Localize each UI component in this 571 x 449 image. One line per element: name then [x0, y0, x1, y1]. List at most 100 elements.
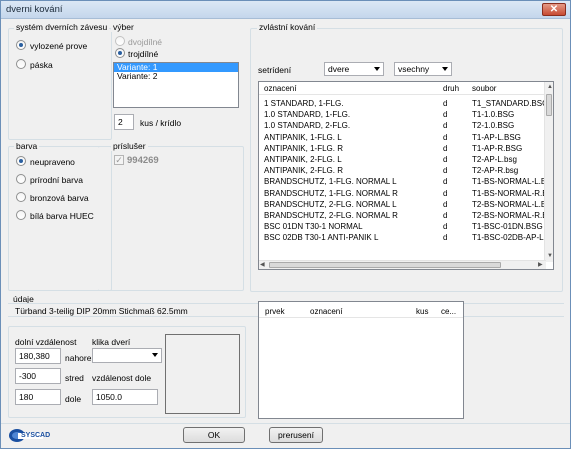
accessory-group — [98, 146, 244, 291]
footer-divider — [1, 423, 570, 424]
radio-dvojdilne[interactable] — [115, 36, 125, 46]
distance-middle-input[interactable]: -300 — [15, 368, 61, 384]
variant-item-2[interactable]: Variante: 2 — [114, 72, 238, 81]
radio-bila[interactable] — [16, 210, 26, 220]
col-header-kus[interactable]: kus — [416, 307, 428, 316]
special-hardware-table[interactable]: oznacení druh soubor 1 STANDARD, 1-FLG. d… — [258, 81, 554, 270]
cell-druh: d — [443, 155, 448, 164]
accessory-checkbox[interactable]: ✓ — [114, 155, 124, 165]
table-row[interactable]: BRANDSCHUTZ, 1-FLG. NORMAL R d T1-BS-NORMA… — [259, 188, 546, 199]
cell-druh: d — [443, 121, 448, 131]
table-row[interactable]: ANTIPANIK, 1-FLG. R d T1-AP-R.BSG — [259, 143, 546, 154]
radio-neupraveno[interactable] — [16, 156, 26, 166]
col-header-oznaceni2[interactable]: oznacení — [310, 307, 342, 316]
scroll-down-icon[interactable]: ▼ — [547, 252, 553, 260]
col-header-cena[interactable]: ce... — [441, 307, 456, 316]
bottom-label: dole — [65, 394, 82, 404]
cell-oznaceni: BSC 01DN T30-1 NORMAL — [264, 222, 363, 232]
cell-soubor: T1-BS-NORMAL-L.BS — [472, 177, 544, 187]
table-row[interactable]: 1.0 STANDARD, 1-FLG. d T1-1.0.BSG — [259, 109, 546, 120]
dialog-window: dverni kování ✕ systém dverních závesu v… — [0, 0, 571, 449]
radio-paska-label: páska — [30, 60, 53, 70]
distance-top-input[interactable]: 180,380 — [15, 348, 61, 364]
cell-soubor: T1-BS-NORMAL-R.B — [472, 188, 544, 198]
cell-druh: d — [443, 132, 448, 142]
cell-oznaceni: BRANDSCHUTZ, 2-FLG. NORMAL L — [264, 199, 397, 209]
cell-soubor: T2-AP-R.bsg — [472, 166, 519, 176]
table-row[interactable]: BSC 02DB T30-1 ANTI-PANIK L d T1-BSC-02DB-… — [259, 232, 546, 243]
radio-prirodni-label: prírodní barva — [30, 175, 83, 185]
horizontal-scrollbar[interactable]: ◀ ▶ — [259, 260, 546, 269]
table-row[interactable]: ANTIPANIK, 2-FLG. L d T2-AP-L.bsg — [259, 154, 546, 165]
radio-neupraveno-label: neupraveno — [30, 157, 75, 167]
cell-druh: d — [443, 188, 448, 198]
table-row[interactable]: ANTIPANIK, 2-FLG. R d T2-AP-R.bsg — [259, 165, 546, 176]
qty-input[interactable]: 2 — [114, 114, 134, 130]
cell-soubor: T1-AP-R.BSG — [472, 143, 523, 153]
special-hardware-label: zvlástní kování — [257, 22, 318, 32]
sort-label: setrídení — [258, 65, 292, 75]
col-header-oznaceni[interactable]: oznacení — [264, 84, 296, 93]
hinge-system-label: systém dverních závesu — [14, 22, 110, 32]
table-row[interactable]: 1.0 STANDARD, 2-FLG. d T2-1.0.BSG — [259, 120, 546, 131]
cell-soubor: T1-BSC-02DB-AP-L.B — [472, 233, 544, 243]
col-header-druh[interactable]: druh — [443, 84, 459, 93]
cell-oznaceni: 1.0 STANDARD, 2-FLG. — [264, 121, 351, 131]
cell-druh: d — [443, 233, 448, 243]
scroll-left-icon[interactable]: ◀ — [260, 261, 265, 269]
ok-button[interactable]: OK — [183, 427, 245, 443]
close-button[interactable]: ✕ — [542, 3, 566, 16]
cell-oznaceni: ANTIPANIK, 2-FLG. R — [264, 166, 343, 176]
distance-label: dolní vzdálenost — [15, 337, 77, 347]
sort-select[interactable]: dvere — [324, 62, 384, 76]
sort-select-value: dvere — [328, 64, 350, 74]
radio-paska[interactable] — [16, 59, 26, 69]
cell-oznaceni: BSC 02DB T30-1 ANTI-PANIK L — [264, 233, 379, 243]
cell-soubor: T2-BS-NORMAL-L.BS — [472, 199, 544, 209]
syscad-logo-text: SYSCAD — [21, 432, 51, 439]
vertical-scrollbar[interactable]: ▲ ▼ — [544, 82, 553, 262]
selection-label: výber — [111, 22, 136, 32]
cell-soubor: T1-AP-L.BSG — [472, 132, 521, 142]
scroll-up-icon[interactable]: ▲ — [547, 83, 553, 91]
top-label: nahore — [65, 353, 92, 363]
bottom-distance-input[interactable]: 1050.0 — [92, 389, 158, 405]
variant-list[interactable]: Variante: 1 Variante: 2 — [113, 62, 239, 108]
scroll-right-icon[interactable]: ▶ — [538, 261, 543, 269]
color-label: barva — [14, 141, 40, 151]
radio-vylozene[interactable] — [16, 40, 26, 50]
element-table[interactable]: prvek oznacení kus ce... — [258, 301, 464, 419]
cell-druh: d — [443, 199, 448, 209]
table-row[interactable]: BSC 01DN T30-1 NORMAL d T1-BSC-01DN.BSG — [259, 221, 546, 232]
distance-bottom-input[interactable]: 180 — [15, 389, 61, 405]
handle-select[interactable] — [92, 348, 162, 363]
cell-oznaceni: BRANDSCHUTZ, 1-FLG. NORMAL L — [264, 177, 397, 187]
radio-bronzova[interactable] — [16, 192, 26, 202]
info-text: Türband 3-teilig DIP 20mm Stichmaß 62.5m… — [15, 306, 188, 316]
cancel-button[interactable]: prerusení — [269, 427, 323, 443]
chevron-down-icon — [374, 67, 380, 71]
cell-oznaceni: 1.0 STANDARD, 1-FLG. — [264, 110, 351, 120]
table-row[interactable]: 1 STANDARD, 1-FLG. d T1_STANDARD.BSG — [259, 98, 546, 109]
cell-soubor: T2-1.0.BSG — [472, 121, 515, 131]
table-row[interactable]: BRANDSCHUTZ, 2-FLG. NORMAL R d T2-BS-NORMA… — [259, 210, 546, 221]
radio-trojdilne-label: trojdílné — [128, 49, 159, 59]
cell-druh: d — [443, 211, 448, 220]
cell-oznaceni: ANTIPANIK, 1-FLG. L — [264, 132, 342, 142]
cell-druh: d — [443, 166, 448, 176]
table-row[interactable]: BRANDSCHUTZ, 1-FLG. NORMAL L d T1-BS-NORMA… — [259, 176, 546, 187]
cell-soubor: T1-BSC-01DN.BSG — [472, 222, 543, 232]
filter-select[interactable]: vsechny — [394, 62, 452, 76]
col-header-soubor[interactable]: soubor — [472, 84, 496, 93]
col-header-prvek[interactable]: prvek — [265, 307, 285, 316]
table-row[interactable]: ANTIPANIK, 1-FLG. L d T1-AP-L.BSG — [259, 132, 546, 143]
cell-soubor: T2-AP-L.bsg — [472, 155, 517, 164]
cell-soubor: T1_STANDARD.BSG — [472, 99, 544, 108]
cell-soubor: T2-BS-NORMAL-R.B — [472, 211, 544, 220]
radio-prirodni[interactable] — [16, 174, 26, 184]
scroll-thumb[interactable] — [546, 94, 552, 116]
radio-trojdilne[interactable] — [115, 48, 125, 58]
hscroll-thumb[interactable] — [269, 262, 501, 268]
table-row[interactable]: BRANDSCHUTZ, 2-FLG. NORMAL L d T2-BS-NORMA… — [259, 199, 546, 210]
handle-label: klika dverí — [92, 337, 131, 347]
